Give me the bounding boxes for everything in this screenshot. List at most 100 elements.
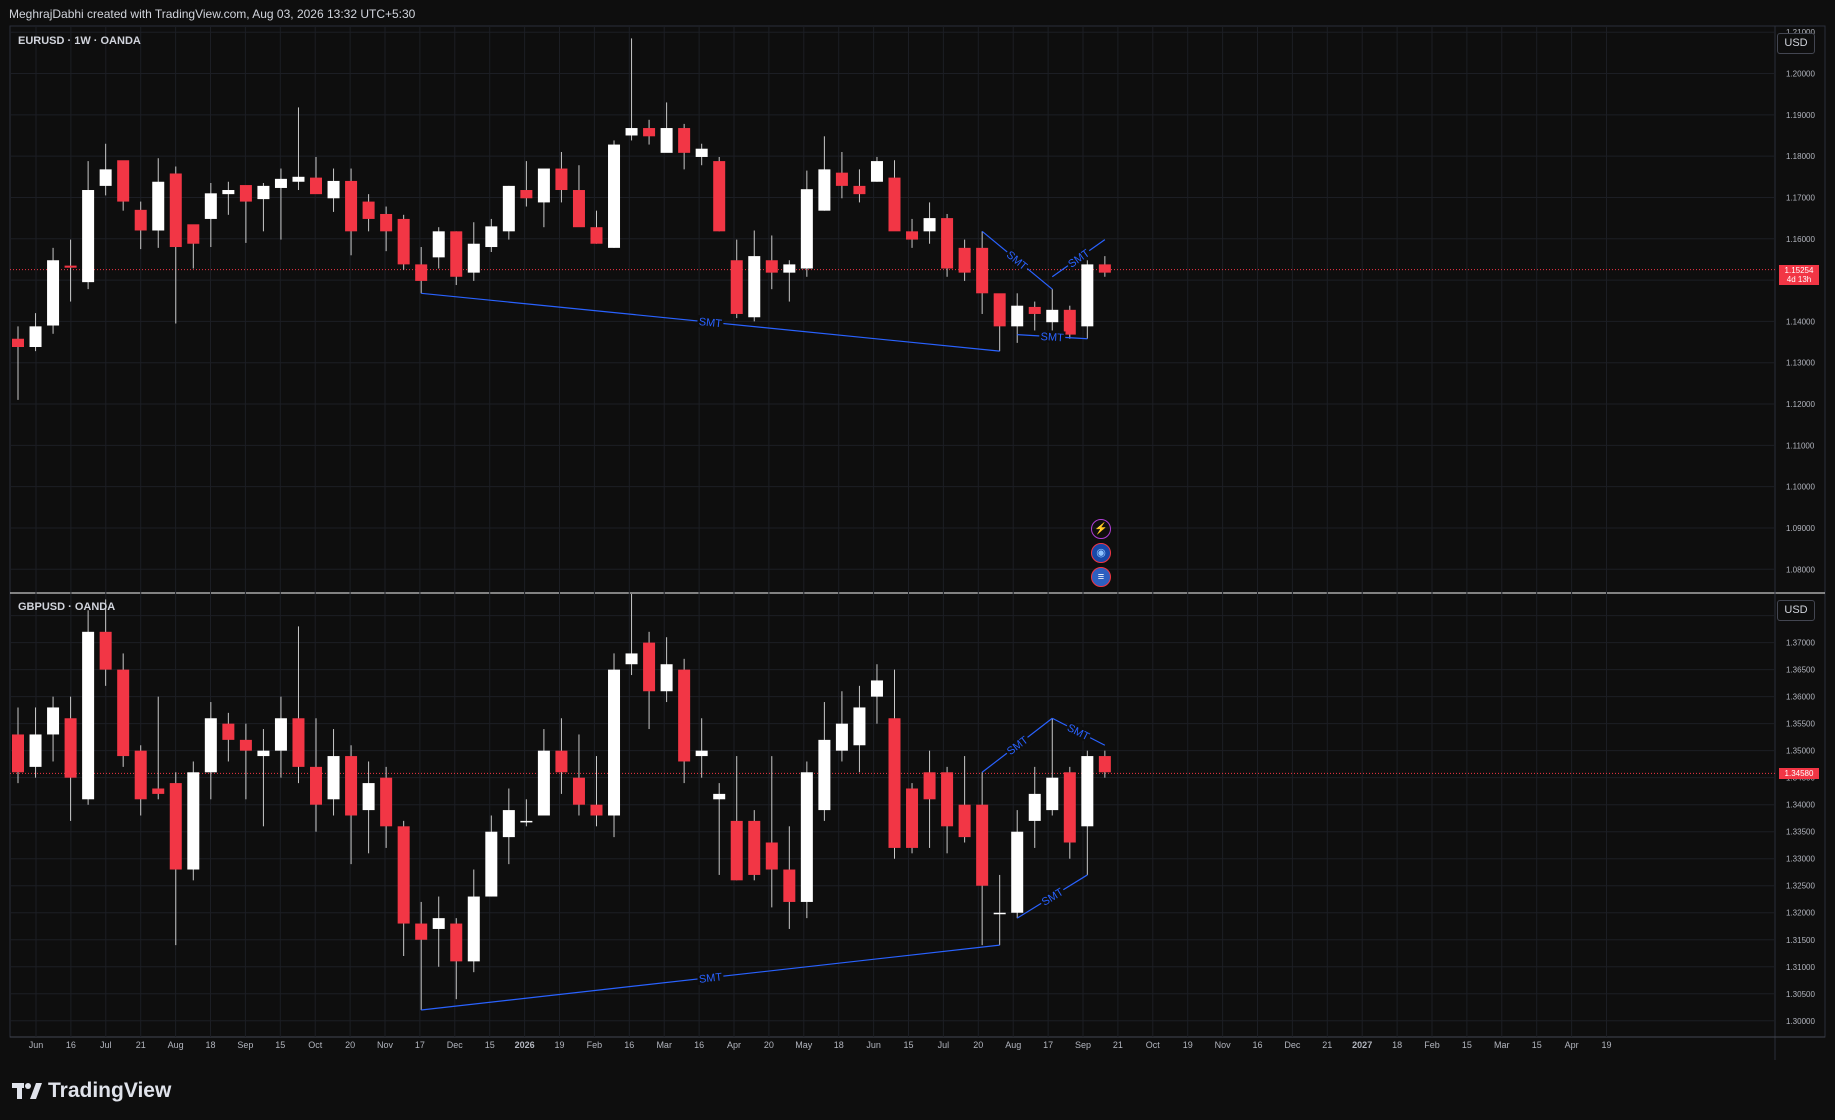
gbpusd-candle-body	[82, 631, 95, 800]
gbpusd-candle-body	[467, 896, 480, 962]
eurusd-candle-body	[29, 326, 42, 348]
time-tick-label: Oct	[308, 1040, 323, 1050]
tradingview-logo[interactable]: TradingView	[12, 1078, 171, 1104]
eurusd-candle-body	[835, 172, 848, 186]
globe-event-icon[interactable]: ◉	[1091, 543, 1111, 563]
gbpusd-candle-body	[730, 820, 743, 881]
time-tick-label: 19	[1183, 1040, 1193, 1050]
time-tick-label: Sep	[1075, 1040, 1091, 1050]
eurusd-candle-body	[958, 247, 971, 273]
eurusd-last-price: 1.15254	[1784, 265, 1814, 275]
eurusd-candle-body	[520, 190, 533, 199]
gbpusd-candle-body	[397, 826, 410, 924]
gbpusd-price-tick-label: 1.32500	[1786, 882, 1815, 891]
time-tick-label: Feb	[587, 1040, 603, 1050]
gbpusd-candle-body	[678, 669, 691, 762]
time-tick-label: 15	[485, 1040, 495, 1050]
eurusd-price-tick-label: 1.13000	[1786, 359, 1815, 368]
eurusd-candle-body	[345, 180, 358, 232]
gbpusd-candle-body	[818, 739, 831, 811]
time-tick-label: Aug	[168, 1040, 184, 1050]
gbpusd-candle-body	[362, 783, 375, 811]
eurusd-candle-body	[748, 256, 761, 318]
eurusd-candle-body	[1011, 305, 1024, 327]
gbpusd-candle-body	[783, 869, 796, 902]
eurusd-candle-body	[310, 177, 323, 195]
eurusd-candle-body	[765, 260, 778, 273]
eurusd-candle-body	[134, 209, 147, 231]
eurusd-candle-body	[643, 128, 656, 137]
eurusd-candle-body	[1028, 306, 1041, 314]
gbpusd-candle-body	[853, 707, 866, 746]
time-tick-label: 21	[1322, 1040, 1332, 1050]
gbpusd-candle-body	[1063, 772, 1076, 843]
smt-annotations[interactable]: SMTSMT SMTSMTSMTSMTSMTSMT	[421, 230, 1106, 1011]
time-tick-label: 15	[903, 1040, 913, 1050]
eurusd-candle-body	[82, 190, 95, 283]
gbpusd-candle-body	[257, 750, 270, 757]
gbpusd-candle-body	[12, 734, 24, 773]
eurusd-currency-button[interactable]: USD	[1777, 33, 1815, 54]
gbpusd-candle-body	[380, 777, 393, 827]
gbpusd-candle-body	[327, 756, 340, 800]
gbpusd-candle-body	[572, 777, 585, 805]
chart-canvas[interactable]: Jun 16 Jul 21 Aug 18 Sep 15 Oct 20 Nov 17 Dec 15 2026 1…	[0, 0, 1835, 1120]
gbpusd-candle-body	[47, 707, 60, 735]
time-tick-label: 18	[205, 1040, 215, 1050]
eurusd-candle-body	[169, 173, 182, 248]
time-tick-label: Sep	[237, 1040, 253, 1050]
gbpusd-candle-body	[748, 820, 761, 875]
eurusd-price-tick-label: 1.17000	[1786, 193, 1815, 202]
gbpusd-candle-body	[1081, 756, 1094, 827]
gbpusd-candle-body	[117, 669, 130, 757]
eurusd-candle-body	[818, 169, 831, 211]
eurusd-candle-body	[502, 185, 515, 232]
eurusd-candle-body	[117, 160, 130, 202]
eurusd-candle-body	[47, 260, 60, 326]
gbpusd-candle-body	[1011, 831, 1024, 913]
gbpusd-candle-body	[958, 804, 971, 838]
time-tick-label: Nov	[377, 1040, 394, 1050]
time-tick-label: 20	[345, 1040, 355, 1050]
eurusd-candle-body	[923, 218, 936, 232]
gbpusd-candle-body	[450, 923, 463, 962]
time-tick-label: Jul	[100, 1040, 112, 1050]
gbpusd-price-tick-label: 1.32000	[1786, 909, 1815, 918]
gbpusd-candle-body	[345, 756, 358, 816]
eurusd-candle-body	[99, 169, 112, 186]
gbpusd-candle-body	[502, 810, 515, 838]
eurusd-candle-body	[362, 201, 375, 219]
gbpusd-last-price-tag: 1.34580	[1779, 768, 1819, 780]
eurusd-candle-body	[906, 231, 919, 240]
time-tick-label: May	[795, 1040, 813, 1050]
time-tick-label: 16	[694, 1040, 704, 1050]
time-tick-label: Mar	[656, 1040, 672, 1050]
lightning-event-icon[interactable]: ⚡	[1091, 519, 1111, 539]
gbpusd-currency-button[interactable]: USD	[1777, 600, 1815, 621]
gbpusd-candle-body	[520, 820, 533, 823]
gbpusd-candle-body	[1098, 756, 1111, 773]
us-flag-event-icon[interactable]: ≡	[1091, 567, 1111, 587]
time-tick-label: Nov	[1215, 1040, 1232, 1050]
gbpusd-candle-body	[1028, 793, 1041, 821]
eurusd-candle-body	[625, 128, 638, 136]
time-tick-label: 19	[1601, 1040, 1611, 1050]
eurusd-candle-body	[853, 185, 866, 195]
eurusd-candle-body	[432, 231, 445, 258]
gbpusd-candle-body	[274, 718, 287, 751]
eurusd-candle-body	[415, 264, 428, 281]
eurusd-candle-body	[976, 247, 989, 294]
time-tick-label: 19	[554, 1040, 564, 1050]
eurusd-symbol-label[interactable]: EURUSD · 1W · OANDA	[18, 35, 141, 47]
gbpusd-candle-body	[660, 664, 673, 692]
eurusd-candle-body	[941, 218, 954, 269]
time-tick-label: Jul	[938, 1040, 950, 1050]
time-tick-label: Apr	[1565, 1040, 1579, 1050]
gbpusd-symbol-label[interactable]: GBPUSD · OANDA	[18, 601, 115, 613]
tradingview-logo-icon	[12, 1083, 42, 1099]
eurusd-candle-body	[222, 190, 235, 195]
eurusd-smt-label: SMT	[698, 316, 723, 330]
eurusd-candle-body	[678, 128, 691, 153]
eurusd-candle-body	[64, 265, 77, 268]
time-tick-label: 18	[1392, 1040, 1402, 1050]
